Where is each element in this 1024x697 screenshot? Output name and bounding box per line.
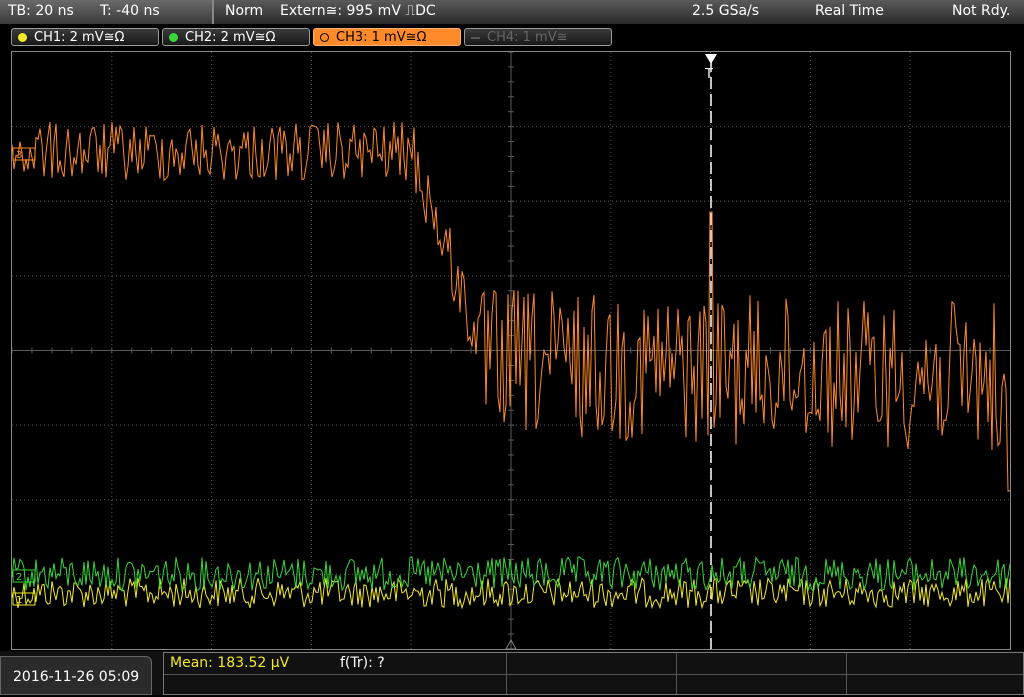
measurement-col-divider-2 <box>676 653 677 694</box>
measurement-divider <box>164 674 1023 675</box>
measurement-col-divider-1 <box>506 653 507 694</box>
run-state-label: Not Rdy. <box>952 3 1011 19</box>
ch2-dot-icon <box>169 33 178 42</box>
ch3-dot-icon <box>320 33 329 42</box>
mean-measurement[interactable]: Mean: 183.52 µV <box>170 655 289 671</box>
channel-tab-ch4[interactable]: CH4: 1 mV≅ <box>464 28 612 46</box>
ch4-dash-icon <box>471 37 480 39</box>
trigger-source-label[interactable]: Extern≅: 995 mV ⎍DC <box>280 3 436 19</box>
ch1-label: CH1: 2 mV≅Ω <box>34 30 125 45</box>
svg-text:1: 1 <box>16 595 22 606</box>
date-time-display: 2016-11-26 05:09 <box>0 656 152 695</box>
sample-rate-label[interactable]: 2.5 GSa/s <box>692 3 759 19</box>
svg-text:3: 3 <box>16 150 22 161</box>
svg-text:2: 2 <box>16 572 22 583</box>
timebase-panel[interactable]: TB: 20 ns T: -40 ns <box>0 0 214 24</box>
measurement-panel[interactable]: Mean: 183.52 µV f(Tr): ? <box>163 652 1024 695</box>
channel-tab-ch2[interactable]: CH2: 2 mV≅Ω <box>162 28 310 46</box>
ch3-label: CH3: 1 mV≅Ω <box>336 30 427 45</box>
status-bar: TB: 20 ns T: -40 ns Norm Extern≅: 995 mV… <box>0 0 1024 24</box>
channel-tab-ch1[interactable]: CH1: 2 mV≅Ω <box>11 28 159 46</box>
ch4-label: CH4: 1 mV≅ <box>487 30 568 45</box>
trigger-mode-label[interactable]: Norm <box>225 3 263 19</box>
waveform-canvas[interactable]: T 3 2 1 <box>12 52 1010 649</box>
timebase-label[interactable]: TB: 20 ns <box>8 3 74 19</box>
trigger-time-label[interactable]: T: -40 ns <box>100 3 160 19</box>
channel-tab-ch3[interactable]: CH3: 1 mV≅Ω <box>313 28 461 46</box>
ch2-label: CH2: 2 mV≅Ω <box>185 30 276 45</box>
waveform-display[interactable]: T 3 2 1 <box>11 51 1011 650</box>
trigger-marker-t: T <box>704 67 713 82</box>
measurement-col-divider-3 <box>846 653 847 694</box>
trigger-position-icon[interactable] <box>705 54 717 64</box>
ch1-dot-icon <box>18 33 27 42</box>
acquisition-mode-label[interactable]: Real Time <box>815 3 884 19</box>
rise-frequency-measurement[interactable]: f(Tr): ? <box>340 655 385 671</box>
